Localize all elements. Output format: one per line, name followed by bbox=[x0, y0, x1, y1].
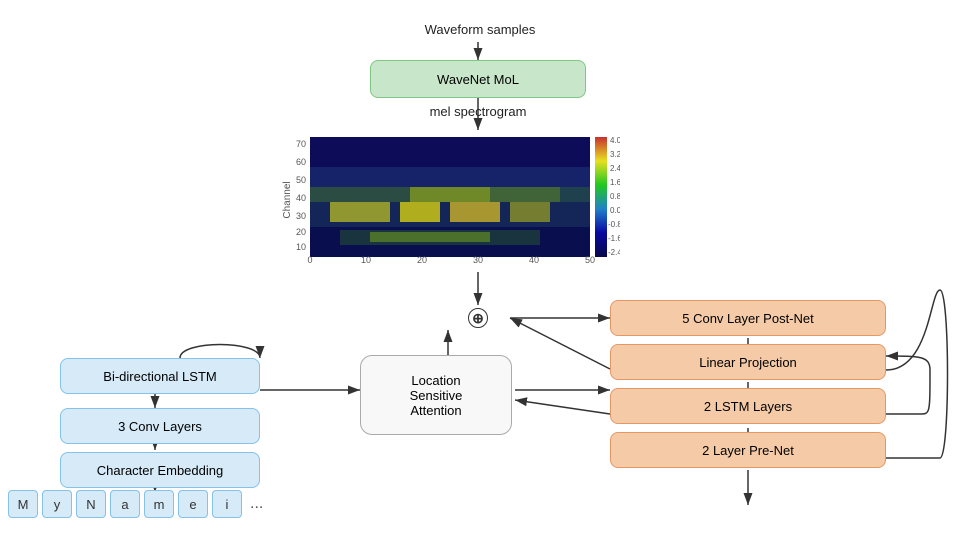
svg-text:50: 50 bbox=[585, 255, 595, 265]
conv3-box: 3 Conv Layers bbox=[60, 408, 260, 444]
prenet-box: 2 Layer Pre-Net bbox=[610, 432, 886, 468]
svg-text:20: 20 bbox=[417, 255, 427, 265]
svg-text:30: 30 bbox=[473, 255, 483, 265]
svg-text:3.2: 3.2 bbox=[610, 150, 620, 159]
char-m: m bbox=[144, 490, 174, 518]
svg-text:40: 40 bbox=[529, 255, 539, 265]
svg-text:1.6: 1.6 bbox=[610, 178, 620, 187]
svg-text:-0.8: -0.8 bbox=[608, 220, 620, 229]
svg-text:30: 30 bbox=[296, 211, 306, 221]
char-boxes: M y N a m e i ... bbox=[8, 490, 263, 518]
svg-text:20: 20 bbox=[296, 227, 306, 237]
svg-text:2.4: 2.4 bbox=[610, 164, 620, 173]
char-y: y bbox=[42, 490, 72, 518]
svg-text:60: 60 bbox=[296, 157, 306, 167]
svg-text:0: 0 bbox=[307, 255, 312, 265]
wavenet-box: WaveNet MoL bbox=[370, 60, 586, 98]
svg-text:40: 40 bbox=[296, 193, 306, 203]
bilstm-box: Bi-directional LSTM bbox=[60, 358, 260, 394]
svg-text:10: 10 bbox=[361, 255, 371, 265]
char-a: a bbox=[110, 490, 140, 518]
svg-text:-2.4: -2.4 bbox=[608, 248, 620, 257]
svg-text:50: 50 bbox=[296, 175, 306, 185]
svg-text:-1.6: -1.6 bbox=[608, 234, 620, 243]
architecture-diagram: Waveform samples WaveNet MoL mel spectro… bbox=[0, 0, 956, 539]
char-M: M bbox=[8, 490, 38, 518]
svg-text:0.0: 0.0 bbox=[610, 206, 620, 215]
attention-box: Location Sensitive Attention bbox=[360, 355, 512, 435]
svg-text:4.0: 4.0 bbox=[610, 136, 620, 145]
svg-text:10: 10 bbox=[296, 242, 306, 252]
svg-text:0.8: 0.8 bbox=[610, 192, 620, 201]
spectrogram-svg: Channel 70 60 50 40 30 20 10 bbox=[280, 135, 620, 265]
postnet-box: 5 Conv Layer Post-Net bbox=[610, 300, 886, 336]
waveform-label: Waveform samples bbox=[380, 22, 580, 37]
lstm2-box: 2 LSTM Layers bbox=[610, 388, 886, 424]
mel-label: mel spectrogram bbox=[370, 104, 586, 119]
linear-proj-box: Linear Projection bbox=[610, 344, 886, 380]
spectrogram: Channel 70 60 50 40 30 20 10 bbox=[280, 135, 640, 265]
add-circle: ⊕ bbox=[468, 308, 488, 328]
svg-text:70: 70 bbox=[296, 139, 306, 149]
char-N: N bbox=[76, 490, 106, 518]
char-emb-box: Character Embedding bbox=[60, 452, 260, 488]
char-e: e bbox=[178, 490, 208, 518]
svg-text:Channel: Channel bbox=[282, 181, 293, 218]
ellipsis: ... bbox=[250, 495, 263, 513]
char-i: i bbox=[212, 490, 242, 518]
